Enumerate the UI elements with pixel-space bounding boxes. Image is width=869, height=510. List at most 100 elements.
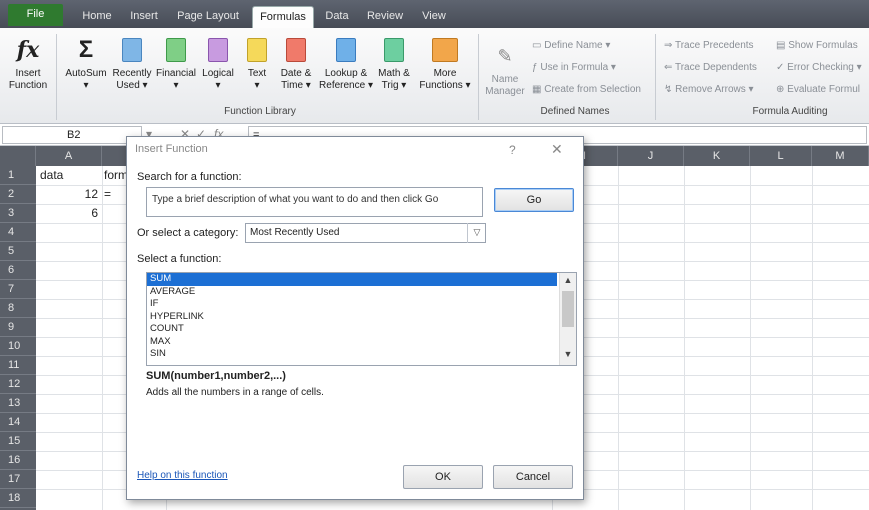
row-header[interactable]: 10 [0,337,36,356]
define-name-button[interactable]: ▭ Define Name ▾ [532,40,610,51]
tab-page-layout[interactable]: Page Layout [170,6,246,28]
row-header[interactable]: 9 [0,318,36,337]
row-header[interactable]: 4 [0,223,36,242]
tab-file[interactable]: File [8,4,63,26]
list-item[interactable]: AVERAGE [147,286,557,299]
list-item[interactable]: SIN [147,348,557,361]
cell-b1[interactable]: form [104,166,126,185]
ribbon: fx Insert Function Σ AutoSum ▾ Recently … [0,28,869,124]
use-in-formula-button[interactable]: ƒ Use in Formula ▾ [532,62,616,73]
go-button[interactable]: Go [494,188,574,212]
list-item[interactable]: HYPERLINK [147,311,557,324]
show-formulas-button[interactable]: ▤ Show Formulas [776,40,858,51]
row-header[interactable]: 13 [0,394,36,413]
row-header[interactable]: 8 [0,299,36,318]
books-icon [432,38,458,62]
row-header[interactable]: 5 [0,242,36,261]
trace-arrow-icon: ⇒ [664,40,675,51]
name-manager-button[interactable]: ✎ Name Manager [482,42,528,98]
text-button[interactable]: Text ▾ [240,36,274,92]
error-checking-button[interactable]: ✓ Error Checking ▾ [776,62,862,73]
book-icon [122,38,142,62]
row-header[interactable]: 6 [0,261,36,280]
financial-button[interactable]: Financial ▾ [154,36,198,92]
row-header[interactable]: 18 [0,489,36,508]
logical-button[interactable]: Logical ▾ [198,36,238,92]
row-header[interactable]: 14 [0,413,36,432]
row-header[interactable]: 12 [0,375,36,394]
list-item[interactable]: COUNT [147,323,557,336]
category-label: Or select a category: [137,227,239,239]
row-header[interactable]: 11 [0,356,36,375]
autosum-button[interactable]: Σ AutoSum ▾ [62,36,110,92]
grid-icon: ▦ [532,84,545,95]
tab-home[interactable]: Home [74,6,120,28]
scrollbar[interactable]: ▲ ▼ [559,273,576,365]
help-icon[interactable]: ? [509,143,516,157]
recently-used-button[interactable]: Recently Used ▾ [110,36,154,92]
evaluate-formula-button[interactable]: ⊕ Evaluate Formul [776,84,860,95]
math-trig-button[interactable]: Math & Trig ▾ [374,36,414,92]
tab-review[interactable]: Review [360,6,410,28]
row-header[interactable]: 3 [0,204,36,223]
column-header-l[interactable]: L [750,146,812,166]
row-header[interactable]: 2 [0,185,36,204]
scroll-thumb[interactable] [562,291,574,327]
tab-data[interactable]: Data [318,6,356,28]
select-all-corner[interactable] [0,146,36,166]
tab-formulas[interactable]: Formulas [252,6,314,28]
defined-names-label: Defined Names [540,106,610,117]
cell-a2[interactable]: 12 [36,185,98,204]
formula-auditing-label: Formula Auditing [752,106,828,117]
category-select[interactable]: Most Recently Used [245,223,486,243]
list-item[interactable]: IF [147,298,557,311]
row-header[interactable]: 7 [0,280,36,299]
tab-view[interactable]: View [414,6,454,28]
column-header-a[interactable]: A [36,146,102,166]
trace-dependents-button[interactable]: ⇐ Trace Dependents [664,62,757,73]
chevron-down-icon[interactable]: ▽ [467,223,486,243]
remove-arrows-button[interactable]: ↯ Remove Arrows ▾ [664,84,754,95]
date-time-button[interactable]: Date & Time ▾ [276,36,316,92]
cell-a3[interactable]: 6 [36,204,98,223]
evaluate-icon: ⊕ [776,84,788,95]
grid-line [684,166,685,510]
name-box[interactable]: B2 [2,126,142,144]
function-signature: SUM(number1,number2,...) [146,370,286,382]
error-check-icon: ✓ [776,62,788,73]
list-item[interactable]: MAX [147,336,557,349]
column-header-j[interactable]: J [618,146,684,166]
lookup-reference-button[interactable]: Lookup & Reference ▾ [318,36,374,92]
column-header-m[interactable]: M [812,146,869,166]
row-header[interactable]: 16 [0,451,36,470]
insert-function-dialog: Insert Function ? ✕ Search for a functio… [126,136,584,500]
ribbon-tab-bar: File Home Insert Page Layout Formulas Da… [0,0,869,28]
close-icon[interactable]: ✕ [551,141,563,158]
help-link[interactable]: Help on this function [137,470,228,481]
function-description: Adds all the numbers in a range of cells… [146,387,324,398]
ribbon-separator [478,34,479,120]
create-from-selection-button[interactable]: ▦ Create from Selection [532,84,641,95]
more-functions-button[interactable]: More Functions ▾ [416,36,474,92]
ok-button[interactable]: OK [403,465,483,489]
insert-function-button[interactable]: fx Insert Function [6,36,50,92]
row-headers: 1 2 3 4 5 6 7 8 9 10 11 12 13 14 15 16 1… [0,166,36,510]
row-header[interactable]: 17 [0,470,36,489]
cell-a1[interactable]: data [40,166,63,185]
cancel-button[interactable]: Cancel [493,465,573,489]
trace-precedents-button[interactable]: ⇒ Trace Precedents [664,40,754,51]
tab-insert[interactable]: Insert [122,6,166,28]
row-header[interactable]: 1 [0,166,36,185]
scroll-up-icon[interactable]: ▲ [560,275,576,287]
list-item[interactable]: SUM [147,273,557,286]
remove-arrows-icon: ↯ [664,84,676,95]
grid-line [812,166,813,510]
function-list[interactable]: SUM AVERAGE IF HYPERLINK COUNT MAX SIN ▲… [146,272,577,366]
name-tag-icon: ✎ [497,46,513,66]
column-header-k[interactable]: K [684,146,750,166]
scroll-down-icon[interactable]: ▼ [560,349,576,361]
row-header[interactable]: 15 [0,432,36,451]
cell-b2[interactable]: = [104,185,111,204]
search-input[interactable]: Type a brief description of what you wan… [146,187,483,217]
dialog-title: Insert Function [135,143,208,155]
